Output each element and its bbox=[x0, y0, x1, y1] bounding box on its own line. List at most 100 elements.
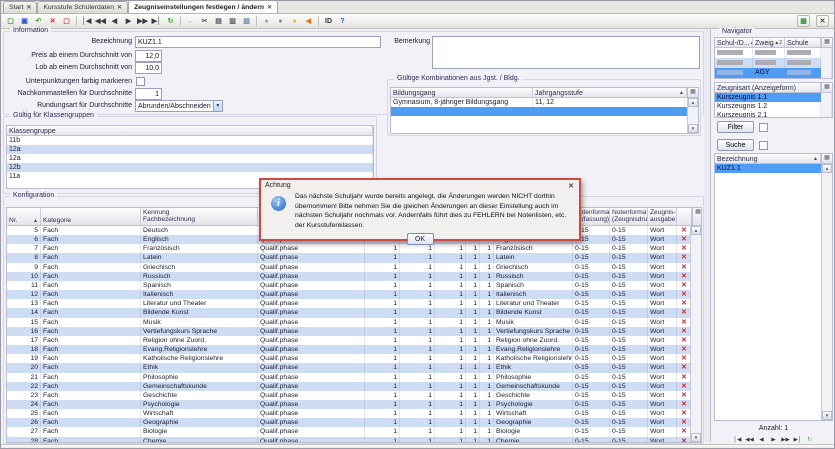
first-record-icon[interactable]: │◀ bbox=[80, 15, 93, 27]
paste-icon[interactable]: ▥ bbox=[226, 15, 239, 27]
prior-record-icon[interactable]: ◀ bbox=[108, 15, 121, 27]
lock-icon[interactable]: ● bbox=[260, 15, 273, 27]
header-schule[interactable]: Schule bbox=[785, 38, 821, 47]
view-icon[interactable]: ● bbox=[274, 15, 287, 27]
school-row[interactable] bbox=[715, 48, 832, 58]
bezeichnung-row[interactable]: KUZ1.1 bbox=[715, 164, 832, 173]
copy-icon[interactable]: ▤ bbox=[212, 15, 225, 27]
back-arrow-icon[interactable]: ← bbox=[184, 15, 197, 27]
column-config-icon[interactable]: ▦ bbox=[687, 88, 698, 97]
konfiguration-row[interactable]: 24 Fach Psychologie Qualif.phase 1 1 1 1… bbox=[7, 400, 701, 409]
kombination-row[interactable]: ✕ bbox=[391, 107, 698, 116]
konfiguration-row[interactable]: 25 Fach Wirtschaft Qualif.phase 1 1 1 1 … bbox=[7, 409, 701, 418]
close-pane-icon[interactable]: ✕ bbox=[816, 15, 829, 27]
header-klassengruppe[interactable]: Klassengruppe bbox=[7, 126, 373, 135]
lob-input[interactable] bbox=[135, 62, 162, 74]
kombination-row[interactable]: Gymnasium, 8-jähriger Bildungsgang 11, 1… bbox=[391, 98, 698, 107]
konfiguration-row[interactable]: 26 Fach Geographie Qualif.phase 1 1 1 1 … bbox=[7, 418, 701, 427]
cancel-edit-icon[interactable]: ▢ bbox=[60, 15, 73, 27]
bezeichnung-input[interactable] bbox=[135, 36, 381, 48]
suche-button[interactable]: Suche bbox=[717, 139, 754, 151]
header-notenformat-zeugnisdruck[interactable]: Notenformat (Zeugnisdruck) bbox=[610, 208, 648, 225]
konfiguration-row[interactable]: 13 Fach Literatur und Theater Qualif.pha… bbox=[7, 299, 701, 308]
klassengruppe-row[interactable]: 12b bbox=[7, 163, 373, 172]
save-icon[interactable]: ▣ bbox=[18, 15, 31, 27]
rundungsart-select[interactable]: Abrunden/Abschneiden ▼ bbox=[135, 100, 223, 112]
header-zeugnisausgabe[interactable]: Zeugnis- ausgabe bbox=[648, 208, 677, 225]
konfiguration-row[interactable]: 20 Fach Ethik Qualif.phase 1 1 1 1 1 Eth… bbox=[7, 363, 701, 372]
filter-button[interactable]: Filter bbox=[717, 121, 754, 133]
konfiguration-row[interactable]: 14 Fach Bildende Kunst Qualif.phase 1 1 … bbox=[7, 308, 701, 317]
new-record-icon[interactable]: ▢ bbox=[4, 15, 17, 27]
school-row[interactable]: AGY bbox=[715, 68, 832, 78]
select-records-icon[interactable]: ▧ bbox=[240, 15, 253, 27]
unterpunktungen-checkbox[interactable] bbox=[136, 77, 145, 86]
klassengruppe-row[interactable]: 11b bbox=[7, 136, 373, 145]
undo-icon[interactable]: ↶ bbox=[32, 15, 45, 27]
konfiguration-row[interactable]: 9 Fach Griechisch Qualif.phase 1 1 1 1 1… bbox=[7, 263, 701, 272]
tab[interactable]: Kursstufe Schülerdaten ✕ bbox=[37, 1, 128, 13]
konfiguration-row[interactable]: 12 Fach Italienisch Qualif.phase 1 1 1 1… bbox=[7, 290, 701, 299]
konfiguration-row[interactable]: 22 Fach Gemeinschaftskunde Qualif.phase … bbox=[7, 382, 701, 391]
tab[interactable]: Start ✕ bbox=[3, 1, 37, 13]
cut-icon[interactable]: ✂ bbox=[198, 15, 211, 27]
konfiguration-row[interactable]: 7 Fach Französisch Qualif.phase 1 1 1 1 … bbox=[7, 244, 701, 253]
konfiguration-row[interactable]: 18 Fach Evang.Religionslehre Qualif.phas… bbox=[7, 345, 701, 354]
header-zweig[interactable]: Zweig ▲2 bbox=[753, 38, 785, 47]
header-kennung[interactable]: Kennung Fachbezeichnung bbox=[141, 208, 258, 225]
ok-button[interactable]: OK bbox=[407, 233, 434, 245]
column-config-icon[interactable]: ▦ bbox=[692, 208, 702, 225]
scroll-down-icon[interactable]: ▼ bbox=[822, 411, 832, 420]
tab-close-icon[interactable]: ✕ bbox=[117, 4, 122, 11]
konfiguration-row[interactable]: 28 Fach Chemie Qualif.phase 1 1 1 1 1 Ch… bbox=[7, 437, 701, 443]
dialog-close-icon[interactable]: ✕ bbox=[568, 182, 574, 190]
chevron-down-icon[interactable]: ▼ bbox=[213, 101, 222, 111]
konfiguration-row[interactable]: 27 Fach Biologie Qualif.phase 1 1 1 1 1 … bbox=[7, 427, 701, 436]
kombinationen-scrollbar[interactable]: ▲ ▼ bbox=[687, 98, 698, 133]
help-icon[interactable]: ? bbox=[336, 15, 349, 27]
scroll-up-icon[interactable]: ▲ bbox=[691, 226, 701, 235]
tab-close-icon[interactable]: ✕ bbox=[26, 4, 31, 11]
column-config-icon[interactable]: ▦ bbox=[821, 154, 832, 163]
tab-close-icon[interactable]: ✕ bbox=[267, 4, 272, 11]
column-config-icon[interactable]: ▦ bbox=[821, 83, 832, 92]
detach-view-icon[interactable]: ▦ bbox=[797, 15, 810, 27]
konfiguration-row[interactable]: 21 Fach Philosophie Qualif.phase 1 1 1 1… bbox=[7, 373, 701, 382]
scroll-down-icon[interactable]: ▼ bbox=[691, 433, 701, 442]
konfiguration-row[interactable]: 10 Fach Russisch Qualif.phase 1 1 1 1 1 … bbox=[7, 272, 701, 281]
klassengruppe-row[interactable]: 12a bbox=[7, 145, 373, 154]
konfiguration-row[interactable]: 11 Fach Spanisch Qualif.phase 1 1 1 1 1 … bbox=[7, 281, 701, 290]
preis-input[interactable] bbox=[135, 50, 162, 62]
school-row[interactable] bbox=[715, 58, 832, 68]
hint-bulb-icon[interactable]: ● bbox=[288, 15, 301, 27]
header-zeugnisart[interactable]: Zeugnisart (Anzeigeform) bbox=[715, 83, 821, 92]
fast-next-icon[interactable]: ▶▶ bbox=[136, 15, 149, 27]
last-record-icon[interactable]: ▶│ bbox=[150, 15, 163, 27]
konfiguration-row[interactable]: 15 Fach Musik Qualif.phase 1 1 1 1 1 Mus… bbox=[7, 318, 701, 327]
zeugnisart-row[interactable]: Kurszeugnis 2.1 bbox=[715, 111, 832, 118]
header-kategorie[interactable]: Kategorie bbox=[41, 208, 141, 225]
konfiguration-row[interactable]: 8 Fach Latein Qualif.phase 1 1 1 1 1 Lat… bbox=[7, 253, 701, 262]
column-config-icon[interactable]: ▦ bbox=[821, 38, 832, 47]
nachkomma-input[interactable] bbox=[135, 88, 162, 100]
tab[interactable]: Zeugniseinstellungen festlegen / ändern … bbox=[128, 0, 278, 13]
header-bezeichnung[interactable]: Bezeichnung ▲ bbox=[715, 154, 821, 163]
klassengruppe-row[interactable]: 12a bbox=[7, 154, 373, 163]
bemerkung-textarea[interactable] bbox=[432, 36, 700, 69]
scroll-down-icon[interactable]: ▼ bbox=[688, 124, 698, 133]
konfiguration-scrollbar[interactable]: ▲ ▼ bbox=[690, 226, 701, 442]
refresh-icon[interactable]: ↻ bbox=[164, 15, 177, 27]
suche-checkbox[interactable] bbox=[759, 141, 768, 150]
scroll-up-icon[interactable]: ▲ bbox=[822, 164, 832, 173]
id-button[interactable]: ID bbox=[322, 15, 335, 27]
announce-icon[interactable]: ◀ bbox=[302, 15, 315, 27]
filter-checkbox[interactable] bbox=[759, 123, 768, 132]
header-bildungsgang[interactable]: Bildungsgang bbox=[391, 88, 533, 97]
konfiguration-row[interactable]: 19 Fach Katholische Religionslehre Quali… bbox=[7, 354, 701, 363]
next-record-icon[interactable]: ▶ bbox=[122, 15, 135, 27]
delete-record-icon[interactable]: ✕ bbox=[46, 15, 59, 27]
konfiguration-row[interactable]: 17 Fach Religion ohne Zuord. Qualif.phas… bbox=[7, 336, 701, 345]
konfiguration-row[interactable]: 16 Fach Vertiefungskurs Sprache Qualif.p… bbox=[7, 327, 701, 336]
konfiguration-row[interactable]: 23 Fach Geschichte Qualif.phase 1 1 1 1 … bbox=[7, 391, 701, 400]
header-schul-d[interactable]: Schul-/D... ▲1 bbox=[715, 38, 753, 47]
